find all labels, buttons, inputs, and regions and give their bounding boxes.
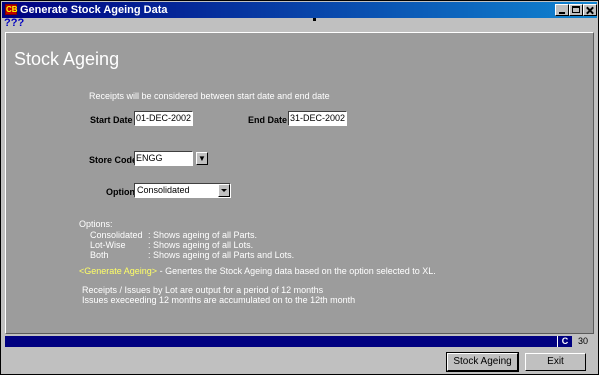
chevron-down-icon[interactable] (218, 184, 230, 197)
option-label: Option (106, 187, 135, 197)
note-issues: Issues execeeding 12 months are accumula… (82, 295, 356, 305)
close-button[interactable] (583, 4, 597, 16)
note-receipts: Receipts / Issues by Lot are output for … (82, 285, 324, 295)
end-date-label: End Date (248, 115, 288, 125)
generate-link: <Generate Ageing> (79, 266, 158, 276)
option-desc-lotwise: : Shows ageing of all Lots. (148, 240, 254, 250)
option-name-lotwise: Lot-Wise (90, 240, 126, 250)
menu-bar: ??? (2, 17, 597, 30)
generate-desc: - Genertes the Stock Ageing data based o… (157, 266, 436, 276)
store-code-label: Store Code (89, 155, 138, 165)
status-number: 30 (572, 336, 594, 347)
arrow-down-icon: ▼ (198, 154, 206, 163)
exit-button[interactable]: Exit (525, 353, 586, 371)
options-header: Options: (79, 219, 113, 229)
main-window: CB Generate Stock Ageing Data ??? Stock … (0, 0, 599, 375)
title-bar: CB Generate Stock Ageing Data (2, 2, 597, 18)
info-text: Receipts will be considered between star… (89, 91, 330, 101)
menu-marker (313, 18, 316, 21)
generate-info: <Generate Ageing> - Genertes the Stock A… (79, 266, 436, 276)
store-code-field[interactable]: ENGG (134, 151, 193, 166)
minimize-button[interactable] (555, 4, 569, 16)
window-title: Generate Stock Ageing Data (20, 4, 168, 16)
status-bar (5, 336, 594, 347)
status-mode: C (557, 336, 572, 347)
option-desc-both: : Shows ageing of all Parts and Lots. (148, 250, 295, 260)
exit-button-label: Exit (547, 356, 564, 367)
start-date-label: Start Date (90, 115, 133, 125)
option-name-both: Both (90, 250, 109, 260)
option-name-consolidated: Consolidated (90, 230, 143, 240)
start-date-field[interactable]: 01-DEC-2002 (134, 111, 193, 126)
maximize-button[interactable] (569, 4, 583, 16)
store-code-lookup-button[interactable]: ▼ (196, 152, 208, 165)
end-date-field[interactable]: 31-DEC-2002 (288, 111, 347, 126)
page-title: Stock Ageing (14, 49, 120, 69)
option-desc-consolidated: : Shows ageing of all Parts. (148, 230, 258, 240)
stock-ageing-button[interactable]: Stock Ageing (446, 352, 519, 372)
option-selected-value: Consolidated (137, 185, 190, 195)
option-select[interactable]: Consolidated (134, 183, 231, 198)
main-panel: Stock Ageing Receipts will be considered… (5, 32, 594, 334)
app-icon[interactable]: CB (5, 4, 18, 15)
menu-help[interactable]: ??? (4, 17, 24, 29)
stock-ageing-button-label: Stock Ageing (453, 356, 512, 367)
